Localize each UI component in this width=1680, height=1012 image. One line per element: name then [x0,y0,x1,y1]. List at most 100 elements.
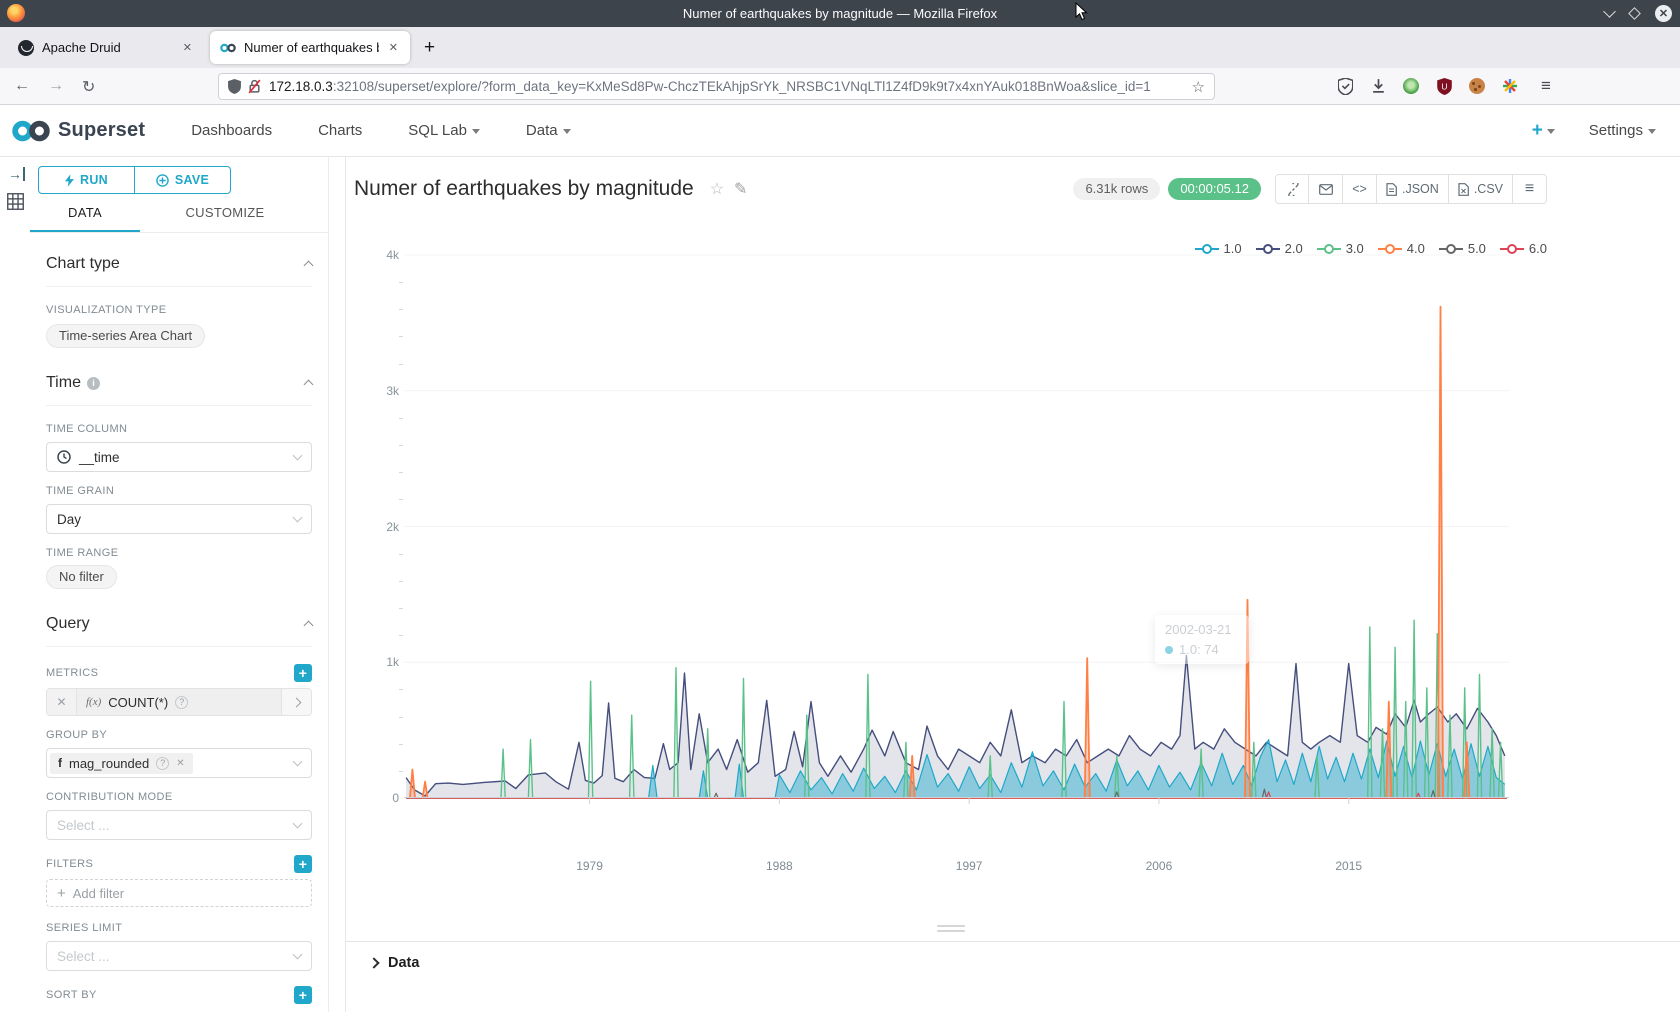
resize-handle[interactable] [937,922,965,932]
legend-item[interactable]: 3.0 [1317,241,1364,256]
legend-item[interactable]: 6.0 [1500,241,1547,256]
tab-customize[interactable]: CUSTOMIZE [140,205,310,232]
tab-superset-explore[interactable]: Numer of earthquakes by ✕ [210,31,410,64]
time-column-label: TIME COLUMN [46,423,312,435]
legend-item[interactable]: 4.0 [1378,241,1425,256]
legend-item[interactable]: 2.0 [1256,241,1303,256]
remove-icon[interactable]: ✕ [176,758,184,769]
group-by-select[interactable]: f mag_rounded ? ✕ [46,748,312,778]
nav-dashboards[interactable]: Dashboards [191,122,272,139]
downloads-icon[interactable] [1368,76,1388,96]
query-timer-badge: 00:00:05.12 [1168,178,1261,200]
export-csv-button[interactable]: .CSV [1449,174,1513,204]
time-grain-select[interactable]: Day [46,504,312,534]
nav-sql-lab[interactable]: SQL Lab [408,122,480,139]
privacy-badger-icon[interactable] [1401,76,1421,96]
reload-icon[interactable]: ↻ [82,77,95,97]
new-tab-button[interactable]: + [424,37,435,59]
expand-metric-icon[interactable] [281,689,311,715]
add-sort-button[interactable]: + [294,986,312,1004]
chevron-down-icon [563,129,571,134]
y-axis-minor-tick [399,635,403,636]
y-axis-minor-tick [399,336,403,337]
more-options-button[interactable]: ≡ [1513,174,1547,204]
menu-icon[interactable]: ≡ [1536,76,1556,96]
window-maximize-icon[interactable] [1628,7,1641,20]
file-icon [1386,183,1397,196]
link-icon [1286,183,1299,196]
insecure-lock-icon[interactable] [248,79,261,94]
permalink-button[interactable] [1275,174,1309,204]
tab-data[interactable]: DATA [30,205,140,232]
window-close-icon[interactable]: ✕ [1655,5,1672,22]
y-axis-tick-label: 2k [369,520,399,534]
add-metric-button[interactable]: + [294,664,312,682]
email-button[interactable] [1309,174,1343,204]
chevron-down-icon [293,819,303,829]
contribution-mode-select[interactable]: Select ... [46,810,312,840]
application-window: Numer of earthquakes by magnitude — Mozi… [0,0,1680,1012]
tracking-shield-icon[interactable] [228,79,241,94]
chevron-down-icon [1648,129,1656,134]
left-rail: → [0,157,30,1012]
x-axis-tick-label: 1988 [749,859,809,873]
section-chart-type[interactable]: Chart type [46,255,312,287]
metrics-label: METRICS + [46,664,312,682]
add-filter-dropzone[interactable]: +Add filter [46,879,312,907]
series-dot-icon [1165,646,1173,654]
export-json-button[interactable]: .JSON [1377,174,1449,204]
series-limit-select[interactable]: Select ... [46,941,312,971]
cookie-icon[interactable] [1467,76,1487,96]
nav-charts[interactable]: Charts [318,122,362,139]
y-axis-minor-tick [399,771,403,772]
legend-item[interactable]: 5.0 [1439,241,1486,256]
save-button[interactable]: SAVE [134,167,230,193]
url-host: 172.18.0.3 [269,79,333,94]
nav-data[interactable]: Data [526,122,571,139]
circle-plus-icon [156,174,169,187]
forward-icon[interactable]: → [48,77,64,95]
chevron-down-icon [293,950,303,960]
datasource-grid-icon[interactable] [7,193,24,210]
pinwheel-extension-icon[interactable] [1500,76,1520,96]
back-icon[interactable]: ← [14,77,30,95]
tab-apache-druid[interactable]: Apache Druid ✕ [8,31,204,64]
area-chart [404,255,1509,803]
tab-close-icon[interactable]: ✕ [387,39,400,56]
pocket-shield-icon[interactable] [1335,76,1355,96]
collapse-panel-icon[interactable]: → [8,167,25,181]
section-query[interactable]: Query [46,615,312,647]
sort-by-label: SORT BY + [46,986,312,1004]
viz-type-pill[interactable]: Time-series Area Chart [46,324,205,348]
superset-logo[interactable]: Superset [12,119,145,143]
ublock-icon[interactable]: U [1434,76,1454,96]
data-expander[interactable]: Data [346,942,1680,971]
time-range-pill[interactable]: No filter [46,565,117,589]
edit-pencil-icon[interactable]: ✎ [734,179,747,199]
remove-metric-icon[interactable]: ✕ [47,689,77,715]
settings-menu[interactable]: Settings [1589,122,1656,139]
new-item-button[interactable]: + [1532,120,1555,142]
legend-item[interactable]: 1.0 [1195,241,1242,256]
run-button[interactable]: RUN [39,167,134,193]
url-bar[interactable]: 172.18.0.3 :32108/superset/explore/?form… [218,73,1215,100]
chart-legend: 1.0 2.0 3.0 4.0 5.0 6.0 [1195,241,1547,256]
info-icon: i [87,377,100,390]
add-filter-button[interactable]: + [294,855,312,873]
embed-code-button[interactable]: <> [1343,174,1377,204]
window-minimize-icon[interactable] [1603,5,1616,18]
x-axis-tick-label: 1979 [560,859,620,873]
section-time[interactable]: Timei [46,374,312,406]
y-axis-minor-tick [399,608,403,609]
time-column-select[interactable]: __time [46,442,312,472]
chart-plot-area[interactable]: 19791988199720062015 2002-03-21 1.0: 74 [404,255,1509,915]
bookmark-star-icon[interactable]: ☆ [1192,78,1205,96]
metric-item[interactable]: ✕ f(x)COUNT(*)? [46,688,312,716]
chevron-down-icon [293,513,303,523]
group-by-pill[interactable]: f mag_rounded ? ✕ [50,753,193,774]
tab-close-icon[interactable]: ✕ [181,39,194,56]
x-axis-tick-label: 2015 [1319,859,1379,873]
y-axis-tick-label: 1k [369,655,399,669]
favorite-star-icon[interactable]: ☆ [710,179,724,199]
filters-label: FILTERS + [46,855,312,873]
